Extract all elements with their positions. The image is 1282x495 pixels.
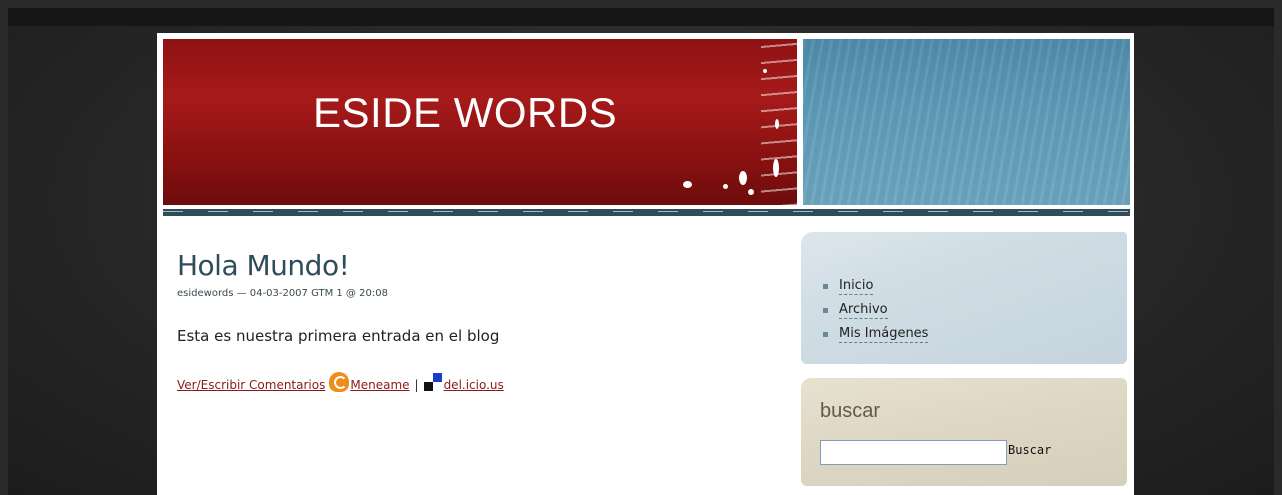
delicious-icon[interactable]	[423, 373, 442, 391]
header-image-blue	[803, 39, 1130, 205]
post-body: Esta es nuestra primera entrada en el bl…	[177, 327, 500, 345]
sidebar-link-inicio[interactable]: Inicio	[839, 278, 874, 295]
post-links: Ver/Escribir Comentarios Meneame | del.i…	[177, 372, 777, 395]
sidebar-search-box: buscar Buscar	[801, 378, 1127, 486]
sidebar-link-mis-imagenes[interactable]: Mis Imágenes	[839, 326, 929, 343]
sidebar-nav: Inicio Archivo Mis Imágenes	[823, 274, 929, 346]
page-container: ESIDE WORDS Hola Mundo! esidewords — 04-…	[157, 33, 1134, 495]
search-heading: buscar	[820, 400, 881, 422]
post-meta: esidewords — 04-03-2007 GTM 1 @ 20:08	[177, 288, 388, 299]
post-title[interactable]: Hola Mundo!	[177, 248, 777, 284]
link-separator: |	[414, 378, 419, 392]
bullet-icon	[823, 307, 828, 313]
search-input[interactable]	[820, 440, 1007, 465]
header-banner: ESIDE WORDS	[163, 39, 797, 205]
sidebar-item-archivo: Archivo	[823, 298, 928, 322]
sidebar-link-archivo[interactable]: Archivo	[839, 302, 888, 319]
header-divider	[163, 209, 1130, 216]
sidebar-item-inicio: Inicio	[823, 274, 928, 298]
site-title: ESIDE WORDS	[313, 89, 618, 136]
search-button[interactable]: Buscar	[1008, 443, 1051, 457]
blog-post: Hola Mundo! esidewords — 04-03-2007 GTM …	[177, 248, 777, 395]
sidebar-nav-box: Inicio Archivo Mis Imágenes	[801, 232, 1127, 364]
meneame-icon[interactable]	[329, 372, 350, 392]
delicious-link[interactable]: del.icio.us	[444, 378, 504, 392]
meneame-link[interactable]: Meneame	[350, 378, 409, 392]
comments-link[interactable]: Ver/Escribir Comentarios	[177, 378, 325, 392]
sidebar-item-mis-imagenes: Mis Imágenes	[823, 322, 929, 346]
bullet-icon	[823, 331, 828, 337]
bullet-icon	[823, 283, 828, 289]
